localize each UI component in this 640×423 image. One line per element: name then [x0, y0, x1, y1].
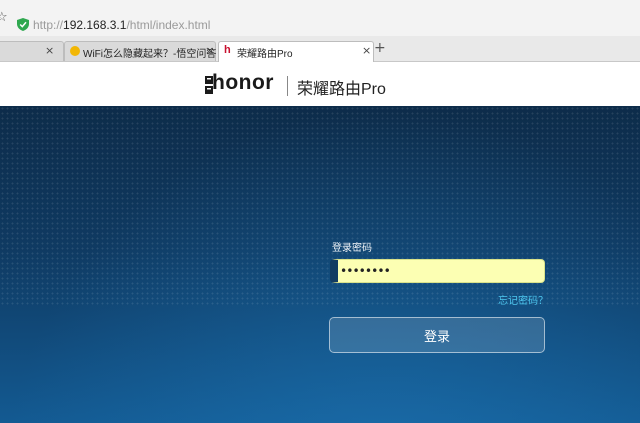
password-input[interactable]: [330, 259, 545, 283]
close-icon[interactable]: ×: [362, 44, 371, 57]
password-label: 登录密码: [332, 243, 372, 254]
security-shield-icon: [17, 18, 29, 31]
tab-strip: × WiFi怎么隐藏起来？-悟空问答 × h 荣耀路由Pro × +: [0, 36, 640, 62]
tab-wukong[interactable]: WiFi怎么隐藏起来？-悟空问答 ×: [64, 41, 216, 61]
honor-favicon-icon: h: [224, 44, 231, 56]
tab-partial[interactable]: ×: [0, 41, 64, 61]
close-icon[interactable]: ×: [205, 44, 214, 57]
brand-logo: honor: [212, 71, 274, 94]
login-panel: 登录密码 忘记密码？ 登录: [0, 106, 640, 423]
tab-title: 荣耀路由Pro: [237, 49, 293, 60]
star-icon[interactable]: ☆: [0, 11, 8, 24]
url-path: /html/index.html: [126, 18, 211, 32]
product-name: 荣耀路由Pro: [297, 81, 386, 98]
login-button[interactable]: 登录: [329, 317, 545, 353]
logo-divider: [287, 76, 288, 96]
forgot-password-link[interactable]: 忘记密码？: [498, 292, 548, 307]
url-scheme: http://: [33, 18, 64, 32]
new-tab-button[interactable]: +: [374, 40, 386, 56]
address-bar: ☆ http://192.168.3.1/html/index.html: [0, 0, 640, 37]
url-field[interactable]: http://192.168.3.1/html/index.html: [33, 17, 210, 33]
close-icon[interactable]: ×: [45, 44, 54, 57]
tab-honor-router[interactable]: h 荣耀路由Pro ×: [218, 41, 374, 62]
tab-title: WiFi怎么隐藏起来？-悟空问答: [83, 49, 217, 60]
url-host: 192.168.3.1: [63, 18, 127, 32]
page-header: honor 荣耀路由Pro: [0, 62, 640, 106]
wukong-favicon-icon: [70, 46, 80, 56]
